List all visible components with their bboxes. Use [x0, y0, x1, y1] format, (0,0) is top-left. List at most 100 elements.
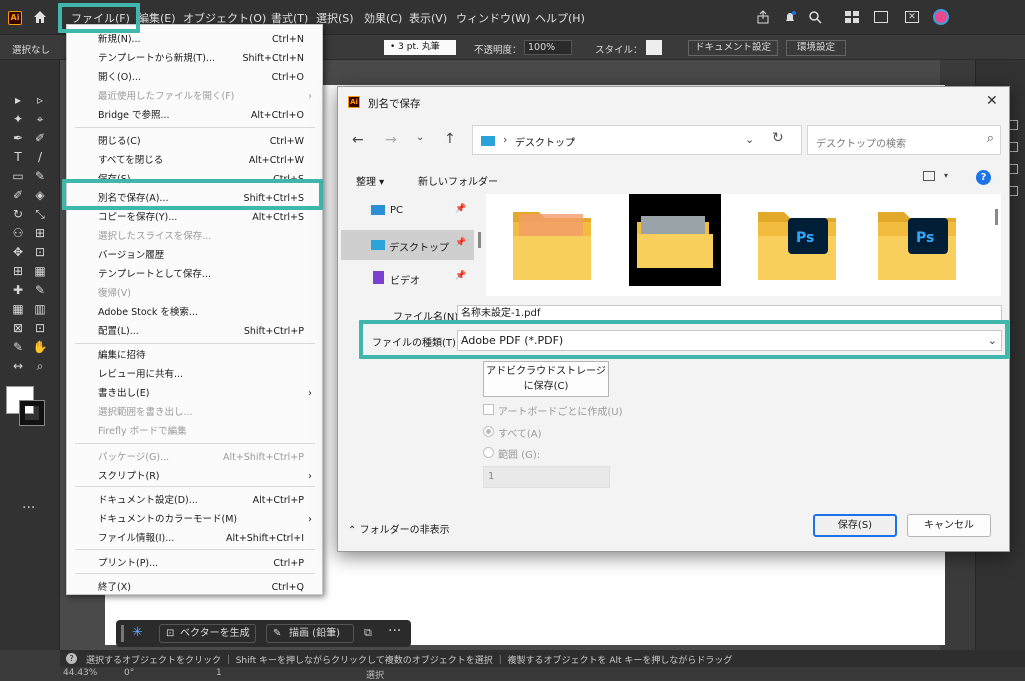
file-menu-item[interactable]: テンプレートから新規(T)... Shift+Ctrl+N [67, 49, 322, 68]
options-icon[interactable]: ⧉ [364, 626, 372, 640]
cloud-save-button[interactable]: アドビクラウドストレージに保存(C) [483, 361, 609, 397]
address-bar[interactable]: › デスクトップ › ⌄ [472, 125, 802, 155]
folder-thumbnail-1[interactable] [511, 200, 593, 292]
nav-scrollbar[interactable] [478, 232, 481, 248]
tool-icon[interactable]: / [32, 150, 48, 164]
menu-view[interactable]: 表示(V) [409, 10, 447, 26]
folder-search-box[interactable]: デスクトップの検索 ⌕ [807, 125, 1001, 155]
file-menu-item[interactable]: Bridge で参照... Alt+Ctrl+O [67, 106, 322, 125]
file-menu-item[interactable]: 配置(L)... Shift+Ctrl+P [67, 322, 322, 341]
close-app-icon[interactable]: ✕ [905, 11, 919, 23]
draw-pencil-button[interactable]: ✎ 描画 (鉛筆) [266, 624, 354, 643]
bell-icon[interactable] [783, 10, 797, 24]
zoom-level[interactable]: 44.43% [63, 668, 97, 678]
stroke-profile-dropdown[interactable]: • 3 pt. 丸筆 [384, 40, 456, 55]
tool-icon[interactable]: ⌕ [32, 359, 48, 373]
style-swatch[interactable] [646, 40, 662, 55]
preferences-button[interactable]: 環境設定 [786, 40, 846, 56]
range-radio[interactable] [483, 447, 494, 458]
tool-icon[interactable]: ⚇ [10, 226, 26, 240]
file-menu-item[interactable]: テンプレートとして保存... [67, 265, 322, 284]
home-icon[interactable] [32, 9, 48, 25]
tool-icon[interactable]: ✎ [32, 283, 48, 297]
tool-icon[interactable]: ▥ [32, 302, 48, 316]
tool-icon[interactable]: ⤡ [32, 207, 48, 221]
tool-icon[interactable]: ⌖ [32, 112, 48, 126]
menu-effect[interactable]: 効果(C) [364, 10, 402, 26]
help-icon[interactable]: ? [976, 170, 991, 185]
tool-icon[interactable]: ✐ [10, 188, 26, 202]
recent-chevron-icon[interactable]: ⌄ [416, 132, 424, 143]
breadcrumb-desktop[interactable]: デスクトップ [515, 134, 575, 149]
nav-item-video[interactable]: ビデオ 📌 [338, 267, 473, 289]
file-menu-item[interactable]: ドキュメント設定(D)... Alt+Ctrl+P [67, 491, 322, 510]
share-icon[interactable] [756, 10, 770, 24]
tool-icon[interactable]: ▭ [10, 169, 26, 183]
up-arrow-icon[interactable]: ↑ [444, 131, 456, 147]
tool-icon[interactable]: ✦ [10, 112, 26, 126]
dialog-close-icon[interactable]: ✕ [986, 93, 998, 109]
more-icon[interactable]: ··· [388, 623, 401, 639]
tool-icon[interactable]: ◈ [32, 188, 48, 202]
tool-icon[interactable]: ✥ [10, 245, 26, 259]
nav-item-desktop[interactable]: デスクトップ 📌 [341, 230, 474, 260]
tool-icon[interactable]: ↻ [10, 207, 26, 221]
menu-help[interactable]: ヘルプ(H) [535, 10, 585, 26]
more-tools-icon[interactable]: ··· [22, 500, 35, 516]
tool-icon[interactable]: ✎ [10, 340, 26, 354]
tool-icon[interactable]: ▸ [10, 93, 26, 107]
back-arrow-icon[interactable]: ← [352, 132, 364, 148]
hide-folders-toggle[interactable]: ⌃ フォルダーの非表示 [348, 521, 450, 536]
tool-icon[interactable]: ⊞ [32, 226, 48, 240]
file-menu-item[interactable]: 編集に招待 [67, 346, 322, 365]
file-menu-item[interactable]: コピーを保存(Y)... Alt+Ctrl+S [67, 208, 322, 227]
folder-thumbnail-ps-1[interactable]: Ps [756, 200, 838, 292]
file-list-scrollbar[interactable] [995, 209, 998, 225]
folder-thumbnail-ps-2[interactable]: Ps [876, 200, 958, 292]
per-artboard-checkbox[interactable] [483, 404, 494, 415]
minimize-panel-icon[interactable] [874, 11, 888, 23]
refresh-icon[interactable]: ↻ [772, 130, 784, 146]
tool-icon[interactable]: ▦ [10, 302, 26, 316]
folder-thumbnail-2[interactable] [629, 194, 721, 286]
tool-icon[interactable]: ⊡ [32, 245, 48, 259]
file-menu-item[interactable]: すべてを閉じる Alt+Ctrl+W [67, 151, 322, 170]
tool-icon[interactable]: ✐ [32, 131, 48, 145]
save-button[interactable]: 保存(S) [813, 514, 897, 537]
tool-icon[interactable]: ✒ [10, 131, 26, 145]
document-settings-button[interactable]: ドキュメント設定 [688, 40, 778, 56]
avatar[interactable] [933, 9, 949, 25]
tool-icon[interactable]: ✚ [10, 283, 26, 297]
artboard-number[interactable]: 1 [216, 668, 222, 678]
tool-icon[interactable]: ▹ [32, 93, 48, 107]
tool-icon[interactable]: ⊡ [32, 321, 48, 335]
range-input[interactable]: 1 [483, 466, 610, 488]
generate-vector-button[interactable]: ⊡ ベクターを生成 [159, 624, 256, 643]
organize-button[interactable]: 整理 ▾ [356, 173, 384, 188]
file-menu-item[interactable]: プリント(P)... Ctrl+P [67, 554, 322, 573]
stroke-swatch[interactable] [19, 400, 45, 426]
nav-item-pc[interactable]: PC 📌 [338, 200, 473, 222]
breadcrumb-expand-icon[interactable]: › [571, 133, 575, 146]
menu-window[interactable]: ウィンドウ(W) [456, 10, 530, 26]
tool-icon[interactable]: ⊠ [10, 321, 26, 335]
tool-icon[interactable]: ✎ [32, 169, 48, 183]
workspace-icon[interactable] [845, 11, 859, 23]
all-radio[interactable] [483, 426, 494, 437]
tool-icon[interactable]: ✋ [32, 340, 48, 354]
cancel-button[interactable]: キャンセル [907, 514, 991, 537]
drag-handle[interactable] [121, 625, 124, 642]
tool-icon[interactable]: ↔ [10, 359, 26, 373]
file-menu-item[interactable]: レビュー用に共有... [67, 365, 322, 384]
file-menu-item[interactable]: スクリプト(R) › [67, 467, 322, 486]
tool-icon[interactable]: T [10, 150, 26, 164]
view-chevron-icon[interactable]: ▾ [944, 171, 948, 180]
tool-icon[interactable]: ⊞ [10, 264, 26, 278]
view-options-icon[interactable] [923, 171, 935, 181]
file-menu-item[interactable]: ファイル情報(I)... Alt+Shift+Ctrl+I [67, 529, 322, 548]
file-menu-item[interactable]: 終了(X) Ctrl+Q [67, 578, 322, 597]
file-menu-item[interactable]: 書き出し(E) › [67, 384, 322, 403]
file-menu-item[interactable]: ドキュメントのカラーモード(M) › [67, 510, 322, 529]
forward-arrow-icon[interactable]: → [385, 132, 397, 148]
search-icon[interactable] [808, 10, 822, 24]
